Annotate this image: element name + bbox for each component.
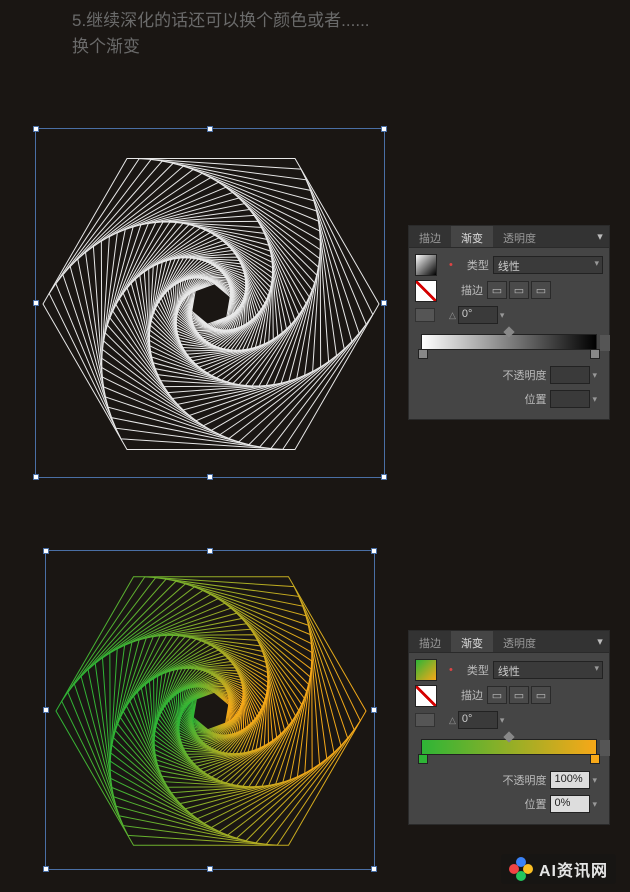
dropdown-arrow-icon[interactable]: ▾ xyxy=(592,394,597,405)
selection-handle[interactable] xyxy=(207,866,213,872)
artboard-1[interactable] xyxy=(35,128,385,478)
watermark: AI资讯网 xyxy=(501,854,616,884)
selection-handle[interactable] xyxy=(33,474,39,480)
selection-handle[interactable] xyxy=(371,707,377,713)
selection-handle[interactable] xyxy=(371,866,377,872)
dropdown-arrow-icon[interactable]: ▾ xyxy=(592,775,597,786)
tab-transparency[interactable]: 透明度 xyxy=(493,226,546,247)
angle-input[interactable]: 0° xyxy=(458,306,498,324)
angle-input[interactable]: 0° xyxy=(458,711,498,729)
instruction-text: 5.继续深化的话还可以换个颜色或者...... 换个渐变 xyxy=(72,8,370,59)
gradient-swatch[interactable] xyxy=(415,659,437,681)
dropdown-arrow-icon[interactable]: ▾ xyxy=(592,370,597,381)
watermark-logo-icon xyxy=(509,857,533,881)
selection-handle[interactable] xyxy=(371,548,377,554)
dropdown-arrow-icon[interactable]: ▾ xyxy=(592,799,597,810)
stroke-label: 描边 xyxy=(449,687,483,703)
none-swatch[interactable] xyxy=(415,685,437,707)
tab-gradient[interactable]: 渐变 xyxy=(451,631,493,652)
tab-gradient[interactable]: 渐变 xyxy=(451,226,493,247)
panel-menu-icon[interactable]: ▾ xyxy=(591,226,609,247)
gradient-stop-left[interactable] xyxy=(418,754,428,764)
tab-stroke[interactable]: 描边 xyxy=(409,631,451,652)
stroke-align-2-icon[interactable]: ▭ xyxy=(509,281,529,299)
midpoint-diamond[interactable] xyxy=(503,731,514,742)
type-dropdown[interactable]: 线性 xyxy=(493,661,603,679)
selection-handle[interactable] xyxy=(33,300,39,306)
artboard-2[interactable] xyxy=(45,550,375,870)
midpoint-diamond[interactable] xyxy=(503,326,514,337)
dropdown-arrow-icon[interactable]: ▾ xyxy=(500,310,505,321)
reverse-gradient-icon[interactable] xyxy=(415,713,435,727)
panel-tabs: 描边 渐变 透明度 ▾ xyxy=(409,226,609,248)
location-label: 位置 xyxy=(524,391,546,407)
spiral-artwork-white xyxy=(36,129,386,479)
gradient-slider[interactable] xyxy=(421,334,597,350)
gradient-swatch[interactable] xyxy=(415,254,437,276)
type-dropdown[interactable]: 线性 xyxy=(493,256,603,274)
angle-icon: △ xyxy=(449,310,456,321)
opacity-label: 不透明度 xyxy=(502,772,546,788)
location-input[interactable]: 0% xyxy=(550,795,590,813)
angle-icon: △ xyxy=(449,715,456,726)
gradient-stop-right[interactable] xyxy=(590,754,600,764)
reverse-gradient-icon[interactable] xyxy=(415,308,435,322)
type-label: 类型 xyxy=(455,662,489,678)
watermark-text: AI资讯网 xyxy=(539,857,608,881)
location-label: 位置 xyxy=(524,796,546,812)
gradient-slider[interactable] xyxy=(421,739,597,755)
none-swatch[interactable] xyxy=(415,280,437,302)
stroke-label: 描边 xyxy=(449,282,483,298)
gradient-end-icon xyxy=(600,740,610,756)
panel-menu-icon[interactable]: ▾ xyxy=(591,631,609,652)
instruction-line1: 5.继续深化的话还可以换个颜色或者...... xyxy=(72,8,370,34)
selection-handle[interactable] xyxy=(381,474,387,480)
selection-handle[interactable] xyxy=(43,548,49,554)
gradient-stop-left[interactable] xyxy=(418,349,428,359)
dropdown-arrow-icon[interactable]: ▾ xyxy=(500,715,505,726)
gradient-panel-2: 描边 渐变 透明度 ▾ • 类型 线性 描边 ▭ ▭ ▭ △ 0° xyxy=(408,630,610,825)
stroke-align-1-icon[interactable]: ▭ xyxy=(487,686,507,704)
edited-dot-icon: • xyxy=(449,664,453,676)
instruction-line2: 换个渐变 xyxy=(72,34,370,60)
type-label: 类型 xyxy=(455,257,489,273)
gradient-panel-1: 描边 渐变 透明度 ▾ • 类型 线性 描边 ▭ ▭ ▭ △ 0° xyxy=(408,225,610,420)
selection-handle[interactable] xyxy=(33,126,39,132)
stroke-align-3-icon[interactable]: ▭ xyxy=(531,686,551,704)
stroke-align-1-icon[interactable]: ▭ xyxy=(487,281,507,299)
edited-dot-icon: • xyxy=(449,259,453,271)
stroke-align-2-icon[interactable]: ▭ xyxy=(509,686,529,704)
gradient-end-icon xyxy=(600,335,610,351)
opacity-label: 不透明度 xyxy=(502,367,546,383)
selection-handle[interactable] xyxy=(43,707,49,713)
selection-handle[interactable] xyxy=(207,474,213,480)
location-input[interactable] xyxy=(550,390,590,408)
selection-handle[interactable] xyxy=(381,300,387,306)
tab-stroke[interactable]: 描边 xyxy=(409,226,451,247)
selection-handle[interactable] xyxy=(43,866,49,872)
gradient-stop-right[interactable] xyxy=(590,349,600,359)
opacity-input[interactable]: 100% xyxy=(550,771,590,789)
stroke-align-3-icon[interactable]: ▭ xyxy=(531,281,551,299)
selection-handle[interactable] xyxy=(207,126,213,132)
panel-tabs: 描边 渐变 透明度 ▾ xyxy=(409,631,609,653)
spiral-artwork-gradient xyxy=(46,551,376,871)
tab-transparency[interactable]: 透明度 xyxy=(493,631,546,652)
selection-handle[interactable] xyxy=(207,548,213,554)
selection-handle[interactable] xyxy=(381,126,387,132)
opacity-input[interactable] xyxy=(550,366,590,384)
